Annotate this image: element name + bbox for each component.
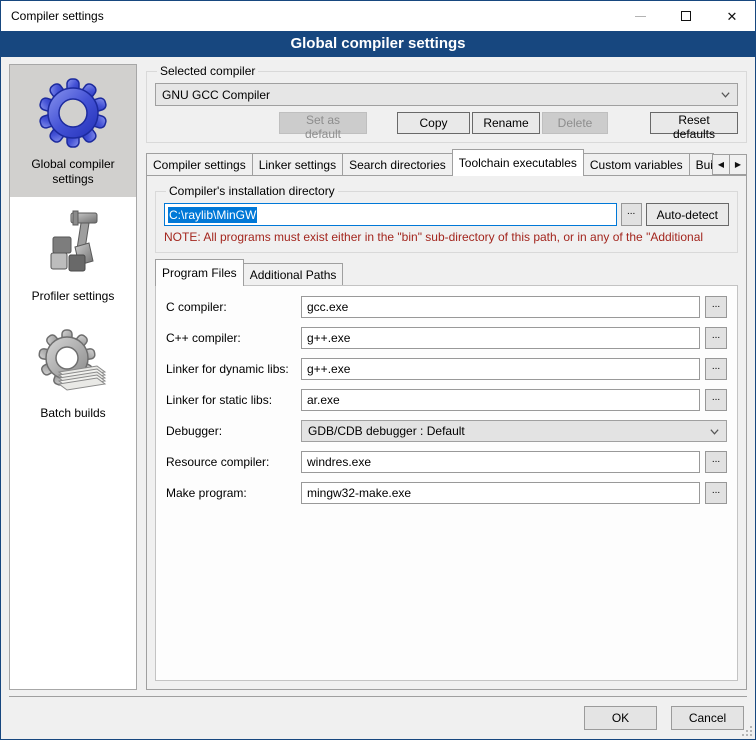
tab-scroll-right-button[interactable]: ▶ xyxy=(729,154,747,175)
close-icon: ✕ xyxy=(727,10,738,23)
copy-button[interactable]: Copy xyxy=(397,112,470,134)
reset-defaults-button[interactable]: Reset defaults xyxy=(650,112,738,134)
installation-note: NOTE: All programs must exist either in … xyxy=(164,230,729,244)
compiler-select-value: GNU GCC Compiler xyxy=(162,88,720,102)
dynamic-linker-label: Linker for dynamic libs: xyxy=(166,362,296,376)
dynamic-linker-browse-button[interactable]: ... xyxy=(705,358,727,380)
compiler-buttons-row: Set as default Copy Rename Delete Reset … xyxy=(155,112,738,134)
arrow-right-icon: ▶ xyxy=(735,160,741,169)
installation-directory-legend: Compiler's installation directory xyxy=(166,184,338,198)
c-compiler-label: C compiler: xyxy=(166,300,296,314)
ok-button[interactable]: OK xyxy=(584,706,657,730)
static-linker-input[interactable] xyxy=(301,389,700,411)
blue-gear-icon xyxy=(37,77,109,149)
close-button[interactable]: ✕ xyxy=(709,1,755,31)
cpp-compiler-input[interactable] xyxy=(301,327,700,349)
batch-builds-icon xyxy=(37,326,109,398)
delete-button[interactable]: Delete xyxy=(542,112,608,134)
arrow-left-icon: ◀ xyxy=(718,160,724,169)
compiler-select[interactable]: GNU GCC Compiler xyxy=(155,83,738,106)
auto-detect-button[interactable]: Auto-detect xyxy=(646,203,729,226)
make-program-browse-button[interactable]: ... xyxy=(705,482,727,504)
selected-compiler-group: Selected compiler GNU GCC Compiler Set a… xyxy=(146,64,747,143)
installation-directory-input[interactable]: C:\raylib\MinGW xyxy=(164,203,617,226)
selected-compiler-legend: Selected compiler xyxy=(157,64,258,78)
resize-grip[interactable] xyxy=(742,726,752,736)
tab-custom-variables[interactable]: Custom variables xyxy=(583,153,690,175)
tab-build-options[interactable]: Build options xyxy=(689,153,714,175)
profiler-tool-icon xyxy=(37,209,109,281)
sidebar-item-label: Batch builds xyxy=(40,406,105,421)
minimize-icon xyxy=(635,16,646,17)
tab-toolchain-executables[interactable]: Toolchain executables xyxy=(452,149,584,176)
tab-search-directories[interactable]: Search directories xyxy=(342,153,453,175)
sidebar-item-global-compiler-settings[interactable]: Global compiler settings xyxy=(10,65,136,197)
sidebar-item-profiler-settings[interactable]: Profiler settings xyxy=(10,197,136,314)
dynamic-linker-input[interactable] xyxy=(301,358,700,380)
installation-directory-row: C:\raylib\MinGW ... Auto-detect xyxy=(164,203,729,226)
set-as-default-button[interactable]: Set as default xyxy=(279,112,367,134)
toolchain-executables-panel: Compiler's installation directory C:\ray… xyxy=(146,175,747,690)
installation-directory-group: Compiler's installation directory C:\ray… xyxy=(155,184,738,253)
main-area: Selected compiler GNU GCC Compiler Set a… xyxy=(146,64,747,690)
program-files-fields: C compiler: ... C++ compiler: ... Linker… xyxy=(166,296,727,504)
minimize-button[interactable] xyxy=(617,1,663,31)
installation-directory-value: C:\raylib\MinGW xyxy=(168,207,257,223)
compiler-settings-dialog: Compiler settings ✕ Global compiler sett… xyxy=(0,0,756,740)
tab-program-files[interactable]: Program Files xyxy=(155,259,244,286)
window-title: Compiler settings xyxy=(1,9,617,23)
static-linker-browse-button[interactable]: ... xyxy=(705,389,727,411)
c-compiler-browse-button[interactable]: ... xyxy=(705,296,727,318)
resource-compiler-browse-button[interactable]: ... xyxy=(705,451,727,473)
tab-additional-paths[interactable]: Additional Paths xyxy=(243,263,344,285)
installation-directory-browse-button[interactable]: ... xyxy=(621,203,642,226)
titlebar: Compiler settings ✕ xyxy=(1,1,755,31)
resource-compiler-label: Resource compiler: xyxy=(166,455,296,469)
tab-scroll-left-button[interactable]: ◀ xyxy=(712,154,730,175)
make-program-input[interactable] xyxy=(301,482,700,504)
page-title: Global compiler settings xyxy=(1,31,755,57)
c-compiler-input[interactable] xyxy=(301,296,700,318)
make-program-label: Make program: xyxy=(166,486,296,500)
cancel-button[interactable]: Cancel xyxy=(671,706,744,730)
sidebar-item-label: Profiler settings xyxy=(32,289,115,304)
debugger-select[interactable]: GDB/CDB debugger : Default xyxy=(301,420,727,442)
main-tabstrip: Compiler settings Linker settings Search… xyxy=(146,149,747,175)
sidebar-item-batch-builds[interactable]: Batch builds xyxy=(10,314,136,431)
dialog-footer: OK Cancel xyxy=(9,696,747,739)
tab-compiler-settings[interactable]: Compiler settings xyxy=(146,153,253,175)
program-files-page: C compiler: ... C++ compiler: ... Linker… xyxy=(155,285,738,681)
tab-scroll-arrows: ◀ ▶ xyxy=(713,154,747,175)
maximize-button[interactable] xyxy=(663,1,709,31)
cpp-compiler-browse-button[interactable]: ... xyxy=(705,327,727,349)
dialog-content: Global compiler settings xyxy=(1,57,755,696)
debugger-select-value: GDB/CDB debugger : Default xyxy=(308,424,709,438)
tab-linker-settings[interactable]: Linker settings xyxy=(252,153,343,175)
static-linker-label: Linker for static libs: xyxy=(166,393,296,407)
maximize-icon xyxy=(681,11,691,21)
debugger-label: Debugger: xyxy=(166,424,296,438)
chevron-down-icon xyxy=(709,426,720,437)
rename-button[interactable]: Rename xyxy=(472,112,540,134)
chevron-down-icon xyxy=(720,89,731,100)
sidebar-item-label: Global compiler settings xyxy=(16,157,130,187)
resource-compiler-input[interactable] xyxy=(301,451,700,473)
cpp-compiler-label: C++ compiler: xyxy=(166,331,296,345)
settings-sidebar: Global compiler settings xyxy=(9,64,137,690)
programs-tabstrip: Program Files Additional Paths xyxy=(155,259,738,285)
